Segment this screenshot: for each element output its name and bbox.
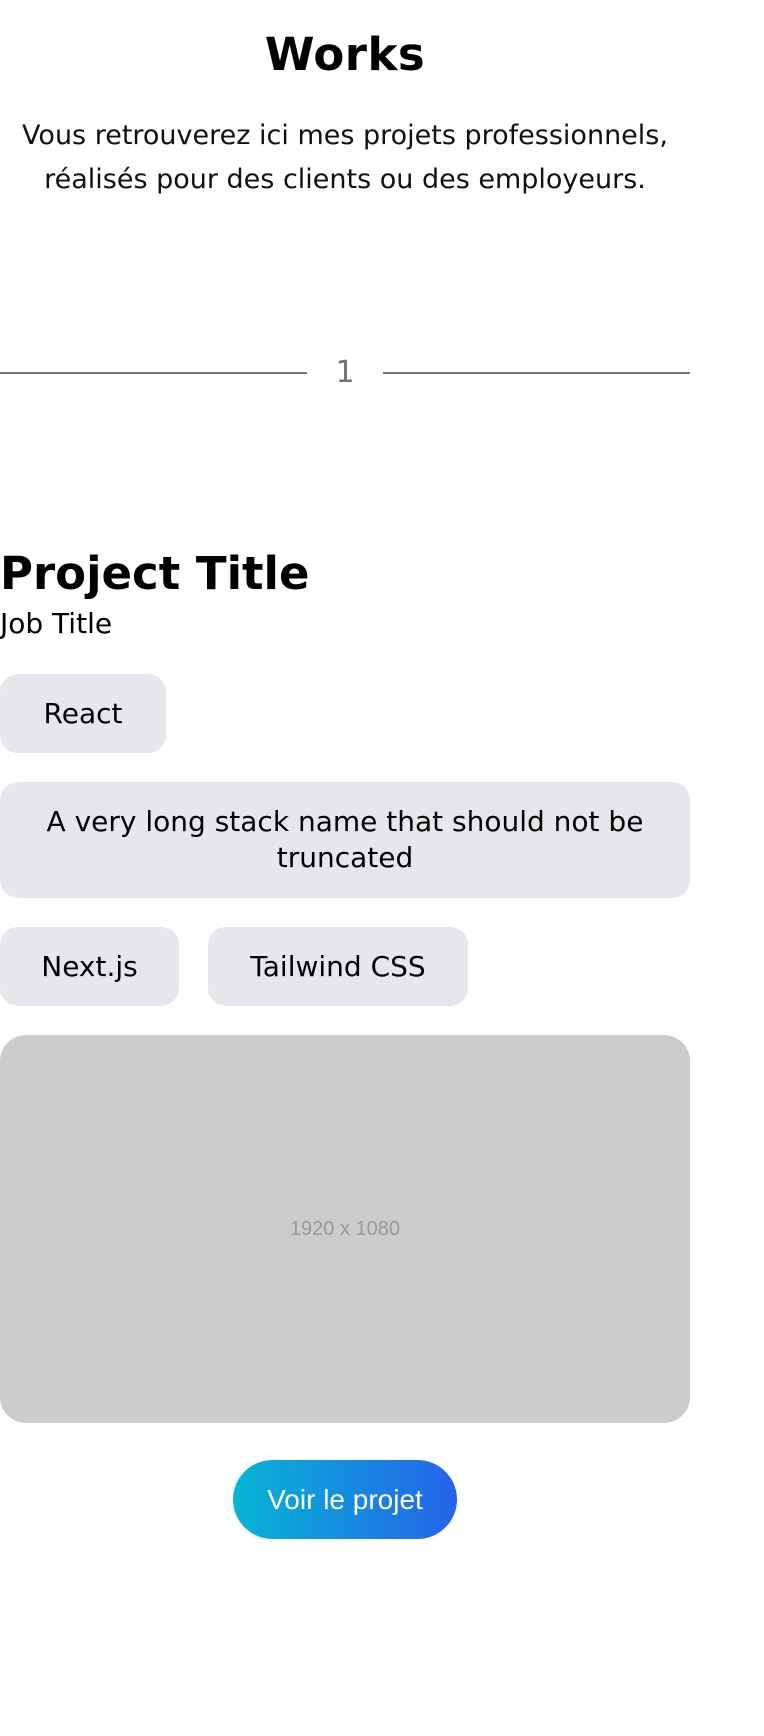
project-image-placeholder: 1920 x 1080 [0,1035,690,1423]
stack-tag: Tailwind CSS [208,927,468,1006]
stack-tag: React [0,674,166,753]
project-title: Project Title [0,547,310,600]
stack-tag: A very long stack name that should not b… [0,782,690,898]
divider-line-right [383,372,690,374]
job-title: Job Title [0,607,113,640]
divider-line-left [0,372,307,374]
works-page: Works Vous retrouverez ici mes projets p… [0,0,764,1736]
page-intro: Vous retrouverez ici mes projets profess… [22,120,668,195]
project-number: 1 [335,355,355,390]
project-divider: 1 [0,350,690,396]
image-placeholder-label: 1920 x 1080 [289,1217,401,1240]
stack-tag: Next.js [0,927,179,1006]
page-title: Works [264,28,426,81]
view-project-button[interactable]: Voir le projet [233,1460,457,1539]
